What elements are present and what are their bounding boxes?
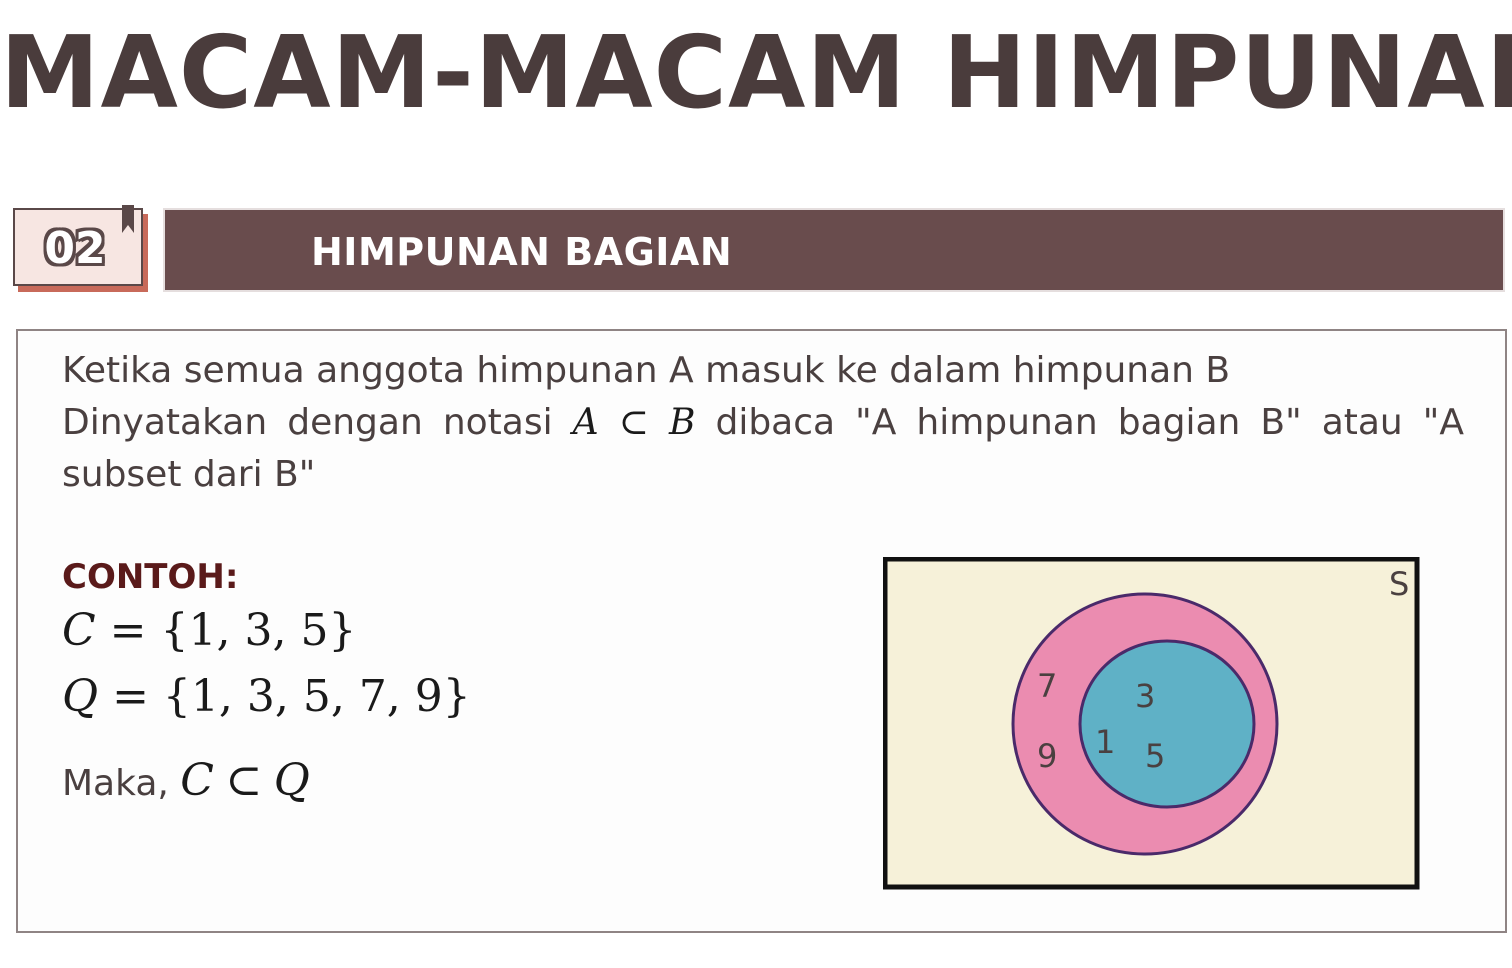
conclusion-left: C bbox=[180, 755, 214, 806]
example-label: CONTOH: bbox=[62, 557, 239, 597]
section-header-bar: HIMPUNAN BAGIAN bbox=[163, 208, 1505, 292]
bookmark-icon bbox=[122, 205, 134, 233]
set-q-members: = {1, 3, 5, 7, 9} bbox=[98, 671, 471, 722]
venn-diagram: S 7 9 3 1 5 bbox=[883, 557, 1420, 890]
venn-element-7: 7 bbox=[1037, 667, 1057, 705]
venn-element-9: 9 bbox=[1037, 737, 1057, 775]
conclusion-right: Q bbox=[273, 755, 310, 806]
conclusion: Maka, C ⊂ Q bbox=[62, 755, 310, 806]
section-title: HIMPUNAN BAGIAN bbox=[311, 230, 733, 274]
set-q-definition: Q = {1, 3, 5, 7, 9} bbox=[62, 671, 471, 722]
definition-line-1: Ketika semua anggota himpunan A masuk ke… bbox=[62, 350, 1231, 391]
section-number: 02 bbox=[44, 223, 106, 274]
venn-element-5: 5 bbox=[1145, 737, 1165, 775]
set-c-name: C bbox=[62, 605, 96, 656]
set-c-definition: C = {1, 3, 5} bbox=[62, 605, 356, 656]
conclusion-subset-symbol: ⊂ bbox=[225, 755, 263, 806]
venn-universe-label: S bbox=[1389, 565, 1409, 603]
notation-right: B bbox=[668, 402, 696, 443]
page-title: MACAM-MACAM HIMPUNAN bbox=[0, 14, 1512, 131]
notation-left: A bbox=[572, 402, 599, 443]
venn-element-1: 1 bbox=[1095, 723, 1115, 761]
set-q-name: Q bbox=[62, 671, 99, 722]
set-c-members: = {1, 3, 5} bbox=[95, 605, 357, 656]
venn-element-3: 3 bbox=[1135, 677, 1155, 715]
notation-subset-symbol: ⊂ bbox=[618, 402, 649, 443]
conclusion-prefix: Maka, bbox=[62, 763, 181, 804]
definition-line-2-pre: Dinyatakan dengan notasi bbox=[62, 402, 573, 443]
definition-paragraph: Ketika semua anggota himpunan A masuk ke… bbox=[62, 345, 1464, 501]
content-panel: Ketika semua anggota himpunan A masuk ke… bbox=[16, 329, 1507, 933]
